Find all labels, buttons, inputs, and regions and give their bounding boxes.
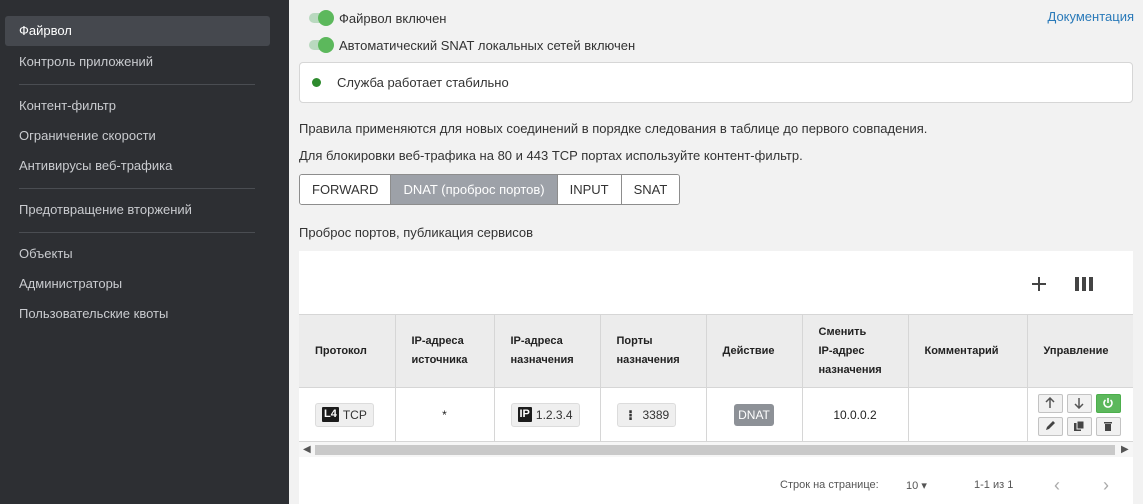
delete-icon[interactable] bbox=[1095, 416, 1121, 436]
move-down-icon[interactable] bbox=[1066, 393, 1092, 413]
caret-down-icon: ▾ bbox=[921, 480, 927, 492]
col-header-protocol[interactable]: Протокол bbox=[299, 314, 396, 388]
page-range: 1-1 из 1 bbox=[974, 479, 1014, 491]
sidebar-divider bbox=[19, 84, 255, 85]
sidebar-item-speed-limit[interactable]: Ограничение скорости bbox=[19, 128, 156, 144]
tab-forward[interactable]: FORWARD bbox=[300, 175, 392, 204]
rule-tabs: FORWARD DNAT (проброс портов) INPUT SNAT bbox=[299, 174, 681, 205]
cell-destination: IP 1.2.3.4 bbox=[494, 387, 601, 442]
firewall-toggle[interactable] bbox=[309, 10, 334, 26]
snat-toggle-row: Автоматический SNAT локальных сетей вклю… bbox=[309, 37, 635, 53]
cell-new-ip: 10.0.0.2 bbox=[802, 387, 909, 442]
rows-per-page-select[interactable]: 10 ▾ bbox=[906, 479, 927, 492]
rules-info-text: Правила применяются для новых соединений… bbox=[299, 121, 928, 136]
main-content: Файрвол включен Автоматический SNAT лока… bbox=[289, 0, 1143, 504]
sidebar-item-label: Файрвол bbox=[19, 23, 72, 38]
snat-toggle-label: Автоматический SNAT локальных сетей вклю… bbox=[339, 37, 636, 53]
columns-icon[interactable] bbox=[1073, 273, 1095, 295]
power-icon[interactable] bbox=[1095, 393, 1121, 413]
col-header-manage: Управление bbox=[1027, 314, 1133, 388]
scrollbar-thumb[interactable] bbox=[315, 445, 1115, 455]
tab-input[interactable]: INPUT bbox=[557, 175, 622, 204]
sidebar-item-administrators[interactable]: Администраторы bbox=[19, 276, 122, 292]
next-page-icon[interactable]: › bbox=[1103, 475, 1109, 495]
sidebar-item-user-quotas[interactable]: Пользовательские квоты bbox=[19, 306, 168, 322]
section-title: Проброс портов, публикация сервисов bbox=[299, 225, 534, 240]
service-status-panel: Служба работает стабильно bbox=[299, 62, 1133, 103]
sidebar: Файрвол Контроль приложений Контент-филь… bbox=[0, 0, 289, 504]
rules-table-card: Протокол IP-адреса источника IP-адреса наз… bbox=[299, 251, 1133, 504]
prev-page-icon[interactable]: ‹ bbox=[1054, 475, 1060, 495]
port-chip: ⁝ 3389 bbox=[616, 402, 677, 427]
snat-toggle[interactable] bbox=[309, 37, 334, 53]
copy-icon[interactable] bbox=[1066, 416, 1092, 436]
cell-protocol: L4 TCP bbox=[299, 387, 396, 442]
cell-manage bbox=[1027, 387, 1134, 442]
sidebar-item-web-antivirus[interactable]: Антивирусы веб-трафика bbox=[19, 158, 172, 174]
cell-comment bbox=[908, 387, 1028, 442]
action-badge: DNAT bbox=[734, 403, 774, 426]
status-dot-icon bbox=[312, 78, 321, 87]
col-header-source[interactable]: IP-адреса источника bbox=[395, 314, 495, 388]
table-row[interactable]: L4 TCP * IP 1.2.3.4 ⁝ 3389 DNAT 10.0.0.2 bbox=[299, 387, 1134, 442]
destination-chip: IP 1.2.3.4 bbox=[510, 402, 580, 427]
sidebar-divider bbox=[19, 232, 255, 233]
plus-icon[interactable] bbox=[1028, 273, 1050, 295]
sidebar-divider bbox=[19, 188, 255, 189]
tab-dnat[interactable]: DNAT (проброс портов) bbox=[391, 175, 558, 204]
cell-action: DNAT bbox=[706, 387, 803, 442]
table-header-row: Протокол IP-адреса источника IP-адреса наз… bbox=[299, 314, 1133, 388]
col-header-comment[interactable]: Комментарий bbox=[908, 314, 1028, 388]
pagination: Строк на странице: 10 ▾ 1-1 из 1 ‹ › bbox=[299, 475, 1133, 495]
port-icon: ⁝ bbox=[627, 406, 634, 423]
col-header-action[interactable]: Действие bbox=[706, 314, 803, 388]
service-status-text: Служба работает стабильно bbox=[337, 75, 509, 90]
edit-icon[interactable] bbox=[1037, 416, 1063, 436]
sidebar-item-intrusion-prevention[interactable]: Предотвращение вторжений bbox=[19, 202, 192, 218]
documentation-link[interactable]: Документация bbox=[1048, 9, 1135, 24]
cell-ports: ⁝ 3389 bbox=[600, 387, 707, 442]
ip-icon: IP bbox=[517, 407, 532, 422]
row-controls bbox=[1037, 393, 1134, 436]
col-header-ports[interactable]: Порты назначения bbox=[600, 314, 707, 388]
firewall-toggle-row: Файрвол включен bbox=[309, 10, 446, 26]
sidebar-item-app-control[interactable]: Контроль приложений bbox=[19, 54, 153, 70]
col-header-change-ip[interactable]: Сменить IP-адрес назначения bbox=[802, 314, 909, 388]
move-up-icon[interactable] bbox=[1037, 393, 1063, 413]
scroll-left-icon[interactable]: ◀ bbox=[303, 442, 311, 457]
firewall-toggle-label: Файрвол включен bbox=[339, 10, 447, 26]
tab-snat[interactable]: SNAT bbox=[621, 175, 680, 204]
sidebar-item-firewall[interactable]: Файрвол bbox=[5, 16, 270, 46]
scroll-right-icon[interactable]: ▶ bbox=[1121, 442, 1129, 457]
cell-source: * bbox=[395, 387, 495, 442]
content-filter-hint: Для блокировки веб-трафика на 80 и 443 T… bbox=[299, 148, 803, 163]
sidebar-item-objects[interactable]: Объекты bbox=[19, 246, 73, 262]
horizontal-scrollbar[interactable]: ◀ ▶ bbox=[299, 442, 1133, 457]
protocol-chip: L4 TCP bbox=[315, 402, 374, 427]
l4-icon: L4 bbox=[322, 407, 339, 422]
rows-per-page-label: Строк на странице: bbox=[780, 479, 879, 491]
col-header-destination[interactable]: IP-адреса назначения bbox=[494, 314, 601, 388]
sidebar-item-content-filter[interactable]: Контент-фильтр bbox=[19, 98, 116, 114]
rules-table: Протокол IP-адреса источника IP-адреса наз… bbox=[299, 314, 1133, 442]
